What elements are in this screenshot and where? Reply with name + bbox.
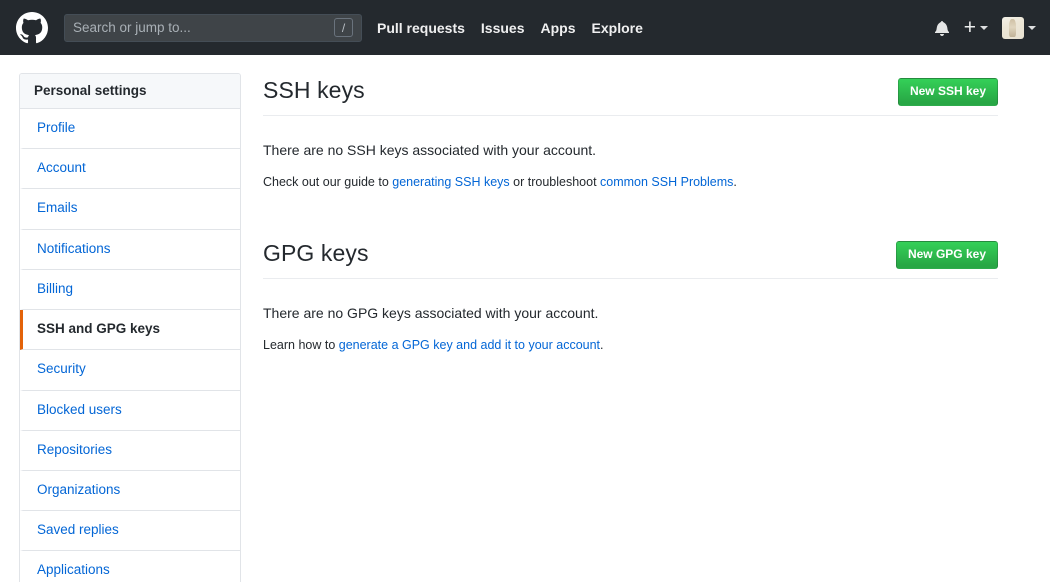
search-input[interactable]: [73, 20, 334, 35]
global-header: / Pull requests Issues Apps Explore +: [0, 0, 1050, 55]
search-box[interactable]: /: [64, 13, 362, 42]
gpg-keys-empty-message: There are no GPG keys associated with yo…: [263, 305, 599, 322]
search-shortcut-badge: /: [334, 18, 353, 37]
sidebar-item-applications[interactable]: Applications: [20, 551, 240, 582]
sidebar-item-repositories[interactable]: Repositories: [20, 431, 240, 471]
sidebar-item-saved-replies[interactable]: Saved replies: [20, 511, 240, 552]
avatar: [1002, 16, 1024, 39]
gpg-keys-help-text: Learn how to generate a GPG key and add …: [263, 336, 998, 355]
nav-explore[interactable]: Explore: [592, 20, 643, 36]
chevron-down-icon: [980, 25, 988, 30]
ssh-keys-header: SSH keys New SSH key: [263, 76, 998, 117]
ssh-help-middle: or troubleshoot: [509, 175, 601, 190]
sidebar-item-organizations[interactable]: Organizations: [20, 471, 240, 512]
plus-icon: +: [963, 16, 976, 39]
ssh-keys-empty-message: There are no SSH keys associated with yo…: [263, 142, 597, 159]
generating-ssh-keys-link[interactable]: generating SSH keys: [392, 175, 509, 189]
create-new-menu[interactable]: +: [964, 17, 988, 38]
sidebar-item-notifications[interactable]: Notifications: [20, 230, 240, 270]
gpg-keys-section: GPG keys New GPG key There are no GPG ke…: [263, 239, 998, 355]
ssh-keys-section: SSH keys New SSH key There are no SSH ke…: [263, 76, 998, 192]
gpg-keys-title: GPG keys: [263, 239, 369, 266]
nav-apps[interactable]: Apps: [541, 20, 576, 36]
page-body: Personal settings Profile Account Emails…: [0, 55, 1050, 582]
sidebar-item-profile[interactable]: Profile: [20, 109, 240, 150]
sidebar-item-billing[interactable]: Billing: [20, 270, 240, 311]
chevron-down-icon: [1028, 25, 1036, 30]
ssh-help-prefix: Check out our guide to: [263, 175, 393, 190]
generate-gpg-key-link[interactable]: generate a GPG key and add it to your ac…: [339, 338, 600, 352]
ssh-keys-title: SSH keys: [263, 77, 365, 103]
sidebar-item-ssh-and-gpg-keys[interactable]: SSH and GPG keys: [20, 310, 240, 351]
gpg-help-prefix: Learn how to: [263, 338, 339, 353]
sidebar-item-security[interactable]: Security: [20, 350, 240, 391]
settings-sidebar: Personal settings Profile Account Emails…: [19, 73, 241, 582]
primary-nav: Pull requests Issues Apps Explore: [377, 20, 643, 36]
sidebar-item-blocked-users[interactable]: Blocked users: [20, 391, 240, 431]
main-content: SSH keys New SSH key There are no SSH ke…: [263, 73, 998, 582]
gpg-help-suffix: .: [600, 338, 604, 353]
nav-issues[interactable]: Issues: [481, 20, 525, 36]
common-ssh-problems-link[interactable]: common SSH Problems: [600, 175, 733, 189]
gpg-keys-header: GPG keys New GPG key: [263, 239, 998, 280]
github-logo-icon[interactable]: [16, 11, 48, 44]
sidebar-header: Personal settings: [20, 74, 240, 109]
notifications-bell-icon[interactable]: [934, 20, 950, 36]
new-ssh-key-button[interactable]: New SSH key: [897, 78, 998, 107]
header-actions: +: [934, 0, 1036, 55]
user-menu[interactable]: [1002, 16, 1036, 39]
sidebar-item-emails[interactable]: Emails: [20, 189, 240, 230]
new-gpg-key-button[interactable]: New GPG key: [895, 240, 998, 270]
sidebar-item-account[interactable]: Account: [20, 149, 240, 190]
nav-pull-requests[interactable]: Pull requests: [377, 20, 465, 36]
ssh-keys-help-text: Check out our guide to generating SSH ke…: [263, 173, 998, 192]
ssh-help-suffix: .: [733, 175, 737, 190]
